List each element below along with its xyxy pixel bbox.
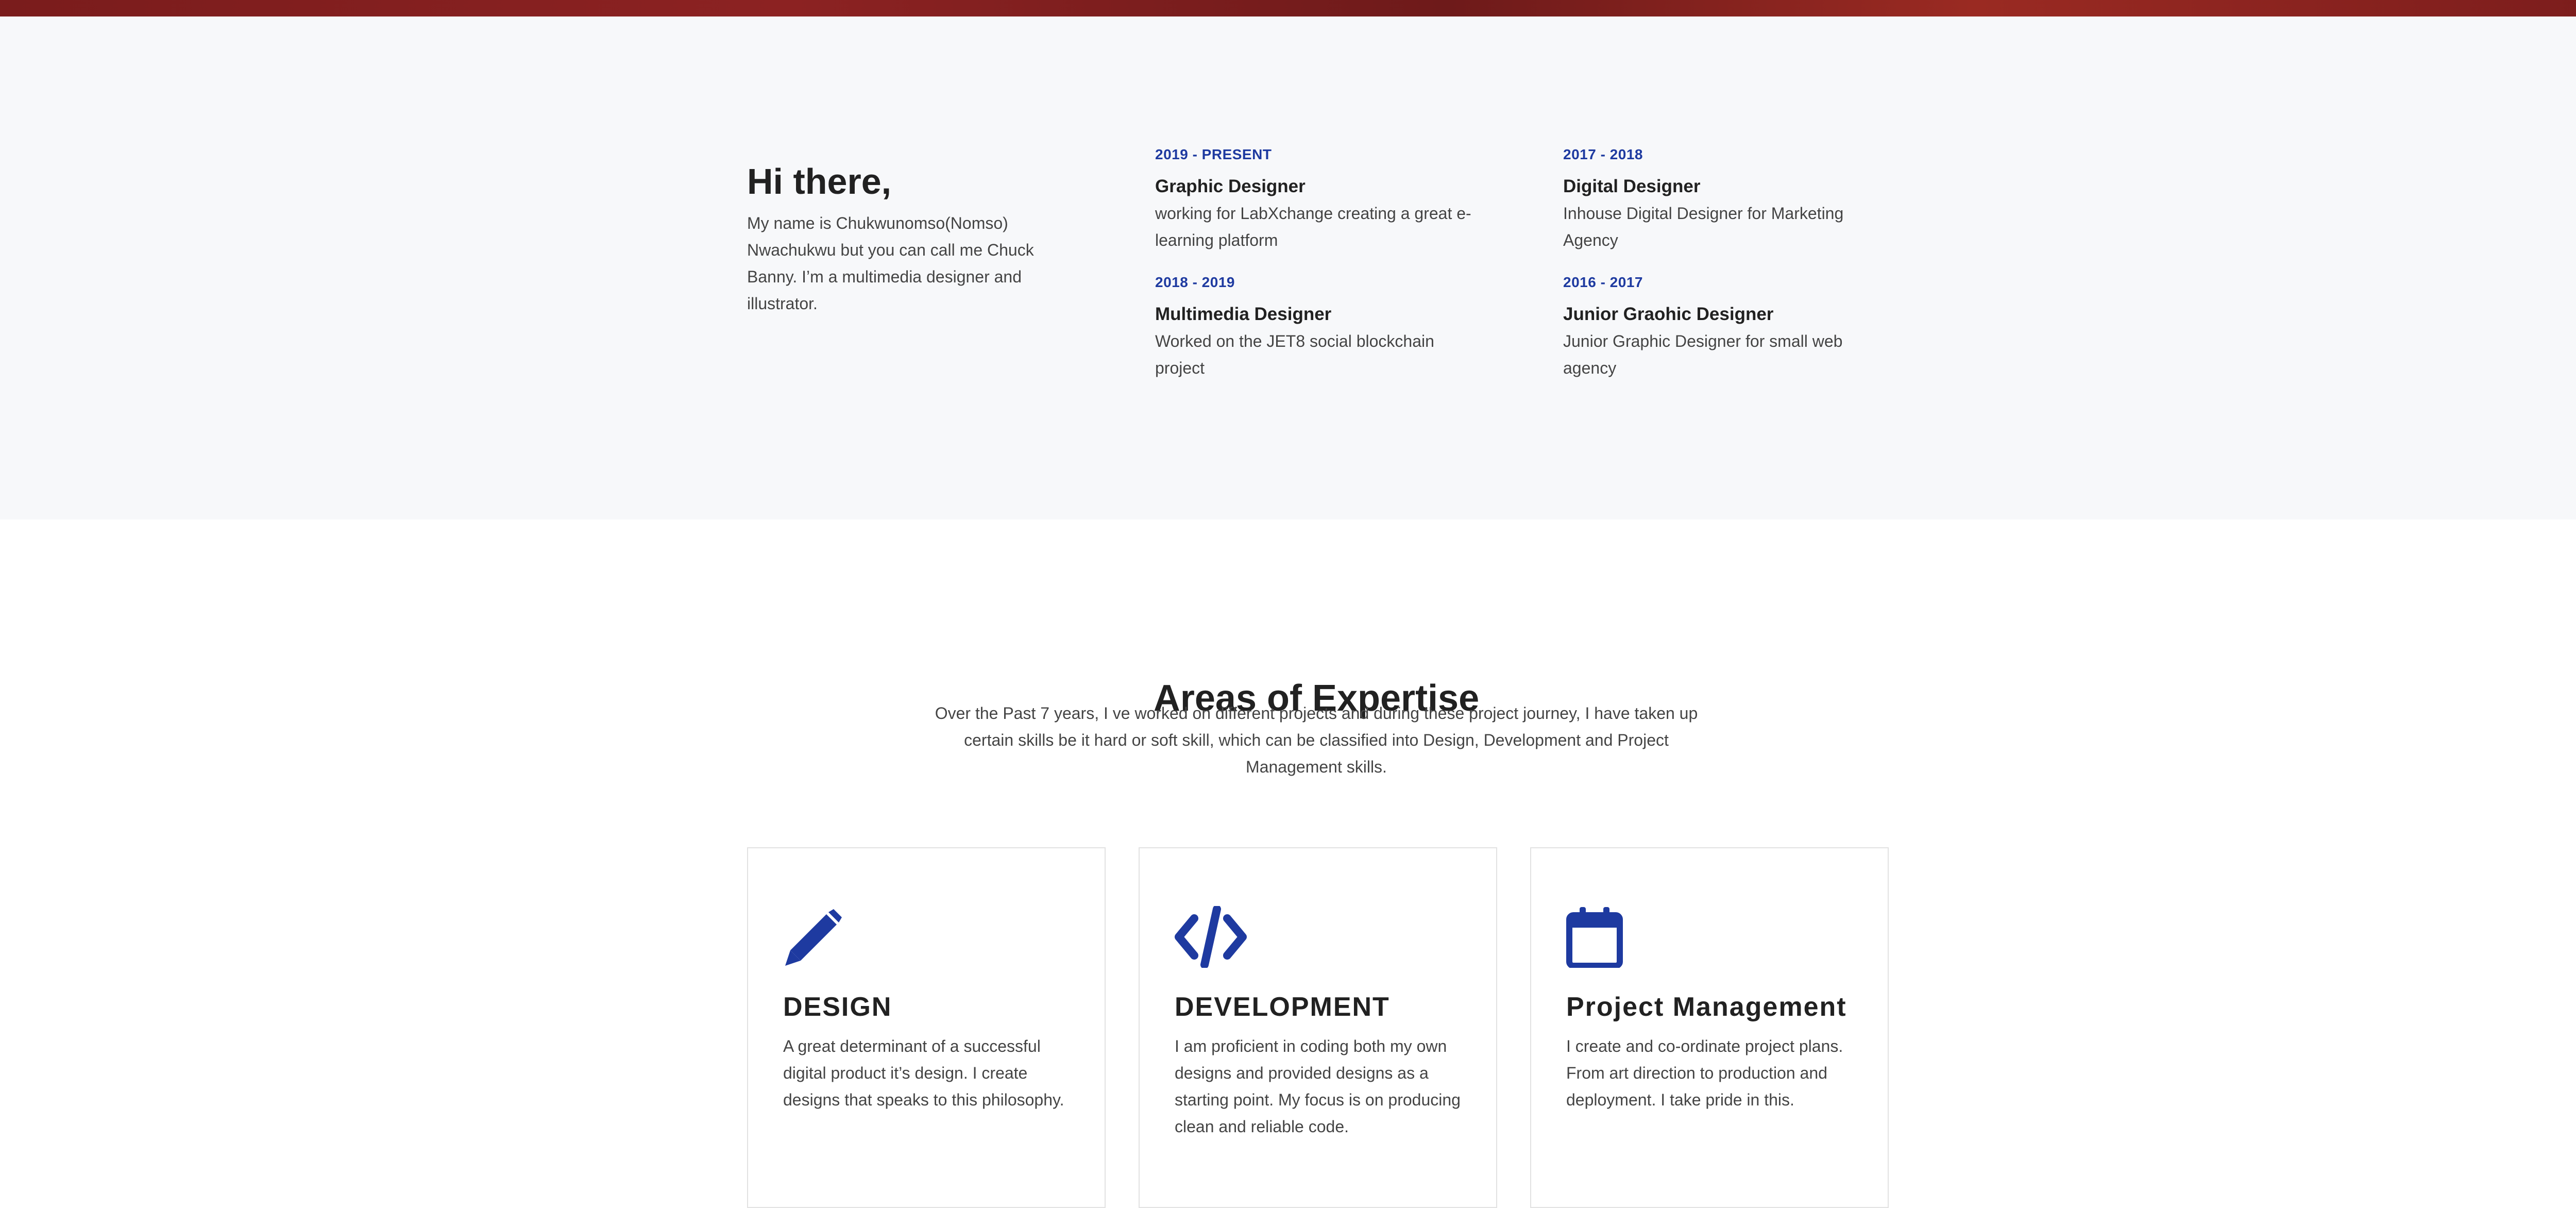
card-text: I create and co-ordinate project plans. … bbox=[1566, 1037, 1843, 1109]
about-intro-text: My name is Chukwunomso(Nomso) Nwachukwu … bbox=[747, 214, 1034, 313]
experience-description: Worked on the JET8 social blockchain pro… bbox=[1155, 332, 1434, 377]
experience-dates: 2017 - 2018 bbox=[1563, 146, 1643, 162]
card-text: A great determinant of a successful digi… bbox=[783, 1037, 1064, 1109]
card-title: DESIGN bbox=[783, 992, 892, 1022]
experience-description: working for LabXchange creating a great … bbox=[1155, 204, 1471, 249]
experience-title: Multimedia Designer bbox=[1155, 304, 1332, 324]
experience-dates: 2016 - 2017 bbox=[1563, 274, 1643, 290]
experience-dates: 2019 - PRESENT bbox=[1155, 146, 1272, 162]
experience-item: 2018 - 2019 Multimedia Designer Worked o… bbox=[1155, 273, 1485, 381]
experience-item: 2019 - PRESENT Graphic Designer working … bbox=[1155, 145, 1485, 254]
about-heading: Hi there, bbox=[747, 161, 892, 202]
expertise-card-design: DESIGN A great determinant of a successf… bbox=[747, 847, 1106, 1208]
code-icon bbox=[1175, 906, 1247, 968]
experience-description: Inhouse Digital Designer for Marketing A… bbox=[1563, 204, 1844, 249]
experience-title: Digital Designer bbox=[1563, 176, 1701, 196]
experience-item: 2016 - 2017 Junior Graohic Designer Juni… bbox=[1563, 273, 1893, 381]
experience-title: Graphic Designer bbox=[1155, 176, 1306, 196]
about-intro: Hi there, My name is Chukwunomso(Nomso) … bbox=[747, 161, 1056, 317]
experience-item: 2017 - 2018 Digital Designer Inhouse Dig… bbox=[1563, 145, 1893, 254]
expertise-subtitle: Over the Past 7 years, I ve worked on di… bbox=[935, 704, 1698, 776]
expertise-card-project-management: Project Management I create and co-ordin… bbox=[1530, 847, 1889, 1208]
experience-dates: 2018 - 2019 bbox=[1155, 274, 1235, 290]
card-title: DEVELOPMENT bbox=[1175, 992, 1390, 1022]
expertise-card-development: DEVELOPMENT I am proficient in coding bo… bbox=[1139, 847, 1497, 1208]
card-title: Project Management bbox=[1566, 992, 1847, 1022]
experience-title: Junior Graohic Designer bbox=[1563, 304, 1774, 324]
pencil-icon bbox=[785, 909, 842, 966]
about-section: Hi there, My name is Chukwunomso(Nomso) … bbox=[0, 16, 2576, 519]
calendar-icon bbox=[1566, 907, 1623, 968]
hero-image-bottom-edge bbox=[0, 0, 2576, 16]
experience-description: Junior Graphic Designer for small web ag… bbox=[1563, 332, 1843, 377]
card-text: I am proficient in coding both my own de… bbox=[1175, 1037, 1461, 1136]
